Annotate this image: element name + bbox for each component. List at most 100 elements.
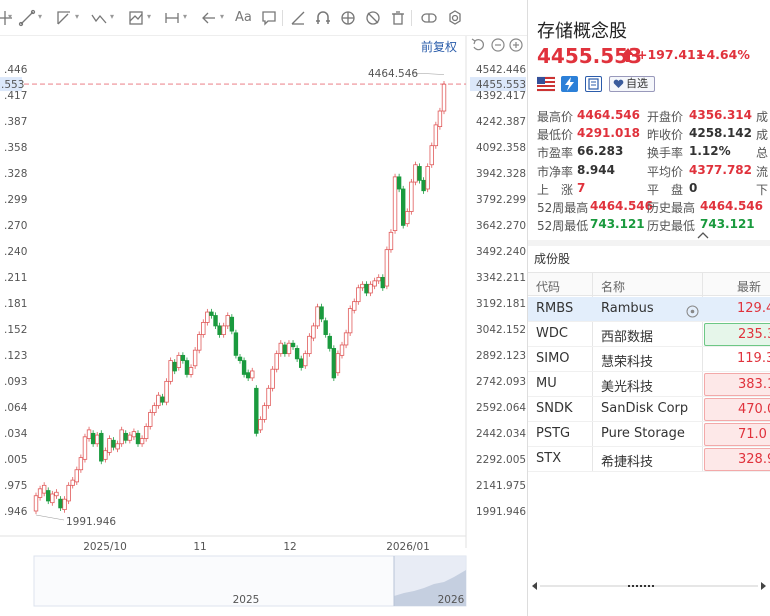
- ray-tool-icon[interactable]: [55, 9, 73, 27]
- candle: [421, 177, 426, 194]
- candlestick-chart[interactable]: .446 .417 .387 .358 .328 .299 .270 .240 .211 .181…: [0, 36, 527, 616]
- right-tick-label: 2592.064: [476, 402, 526, 414]
- right-tick-label: 4092.358: [476, 142, 526, 154]
- candle: [294, 345, 300, 362]
- candle-body: [74, 469, 79, 483]
- candle-body: [225, 315, 230, 327]
- watchlist-label: 自选: [626, 77, 648, 90]
- left-tick-label: .328: [4, 168, 27, 180]
- left-tick-label: .093: [4, 376, 27, 388]
- candle-body: [400, 188, 406, 226]
- candle-body: [241, 360, 247, 375]
- candle: [196, 331, 202, 354]
- candle: [437, 107, 443, 130]
- left-tick-label: .005: [4, 454, 27, 466]
- eye-icon[interactable]: [339, 9, 357, 27]
- pattern-tool-icon[interactable]: [127, 9, 145, 27]
- candle: [184, 357, 190, 378]
- candle-body: [221, 325, 226, 335]
- target-icon[interactable]: [686, 305, 699, 318]
- candle-body: [433, 124, 439, 147]
- candle-body: [425, 166, 430, 190]
- candle-body: [209, 311, 214, 316]
- candle: [429, 142, 434, 168]
- scrollbar-thumb[interactable]: [628, 584, 656, 588]
- table-row[interactable]: SIMO 慧荣科技 119.3: [528, 347, 770, 372]
- candle-body: [245, 372, 251, 379]
- line-tool-icon[interactable]: [18, 9, 36, 27]
- low-label: 1991.946: [66, 516, 116, 528]
- candle: [254, 385, 259, 437]
- cell-latest-price: 328.9: [704, 448, 770, 471]
- table-row[interactable]: PSTG Pure Storage 71.0: [528, 422, 770, 447]
- table-row[interactable]: MU 美光科技 383.1: [528, 372, 770, 397]
- compare-icon[interactable]: [420, 9, 438, 27]
- x-tick-label: 11: [193, 541, 206, 553]
- candle: [347, 305, 353, 336]
- trend-tool-icon[interactable]: [90, 9, 108, 27]
- chevron-up-icon[interactable]: [696, 228, 710, 239]
- trash-icon[interactable]: [389, 9, 407, 27]
- candle-body: [347, 308, 353, 334]
- col-latest[interactable]: 最新: [737, 278, 761, 295]
- col-name[interactable]: 名称: [601, 278, 625, 295]
- right-tick-label: 4242.387: [476, 116, 526, 128]
- candle-body: [180, 354, 186, 361]
- quote-panel: 存储概念股 4455.553 +197.411 +4.64% 自选 最高价 446…: [528, 0, 770, 616]
- add-watchlist-button[interactable]: 自选: [609, 76, 655, 92]
- candle-body: [372, 280, 377, 287]
- candle: [180, 352, 186, 364]
- candle: [54, 489, 59, 499]
- notes-icon[interactable]: [585, 76, 602, 92]
- table-row[interactable]: WDC 西部数据 235.3: [528, 322, 770, 347]
- candle: [241, 357, 247, 378]
- quote-row: 市净率 8.944 平均价 4377.782 流: [537, 163, 770, 180]
- nav-label: 2025: [233, 594, 260, 606]
- candle: [315, 303, 320, 330]
- candle-body: [335, 353, 341, 374]
- right-tick-label: 2742.093: [476, 376, 526, 388]
- candle-body: [250, 370, 255, 379]
- candle: [82, 433, 88, 463]
- right-tick-label: 2141.975: [476, 480, 526, 492]
- quote-value: 4464.546: [577, 108, 641, 122]
- quote-row: 市盈率 66.283 换手率 1.12% 总: [537, 144, 770, 161]
- quote-label: 最低价: [537, 128, 574, 143]
- range-tool-icon[interactable]: [163, 9, 181, 27]
- table-row[interactable]: SNDK SanDisk Corp 470.0: [528, 397, 770, 422]
- hide-icon[interactable]: [364, 9, 382, 27]
- candle: [335, 350, 341, 376]
- right-tick-label: 2292.005: [476, 454, 526, 466]
- lightning-icon[interactable]: [561, 76, 578, 92]
- candle: [384, 246, 390, 290]
- left-tick-label: .299: [4, 194, 27, 206]
- magnet-icon[interactable]: [314, 9, 332, 27]
- candle: [201, 319, 206, 338]
- candle-body: [82, 436, 88, 460]
- candle: [192, 347, 198, 369]
- candle: [405, 208, 410, 227]
- arrow-tool-icon[interactable]: [200, 9, 218, 27]
- col-code[interactable]: 代码: [536, 278, 560, 295]
- text-tool-icon[interactable]: Aa: [235, 9, 253, 27]
- left-tick-label: .034: [4, 428, 28, 440]
- candle: [41, 482, 47, 497]
- cell-latest-price: 383.1: [704, 373, 770, 396]
- candle-body: [139, 438, 145, 445]
- ruler-icon[interactable]: [289, 9, 307, 27]
- right-tick-label: 3642.270: [476, 220, 526, 232]
- candle: [290, 340, 296, 350]
- table-row[interactable]: STX 希捷科技 328.9: [528, 447, 770, 472]
- quote-label: 流: [756, 164, 769, 179]
- candle: [217, 322, 222, 338]
- candle: [103, 447, 108, 463]
- cell-name: 希捷科技: [601, 455, 654, 470]
- candle-body: [307, 335, 312, 355]
- cell-latest-price: 129.4: [737, 301, 770, 316]
- settings-icon[interactable]: [446, 9, 464, 27]
- horizontal-scrollbar[interactable]: [528, 578, 770, 594]
- note-tool-icon[interactable]: [260, 9, 278, 27]
- candle: [327, 333, 332, 352]
- table-row[interactable]: RMBS Rambus 129.4: [528, 297, 770, 322]
- candle: [127, 431, 133, 444]
